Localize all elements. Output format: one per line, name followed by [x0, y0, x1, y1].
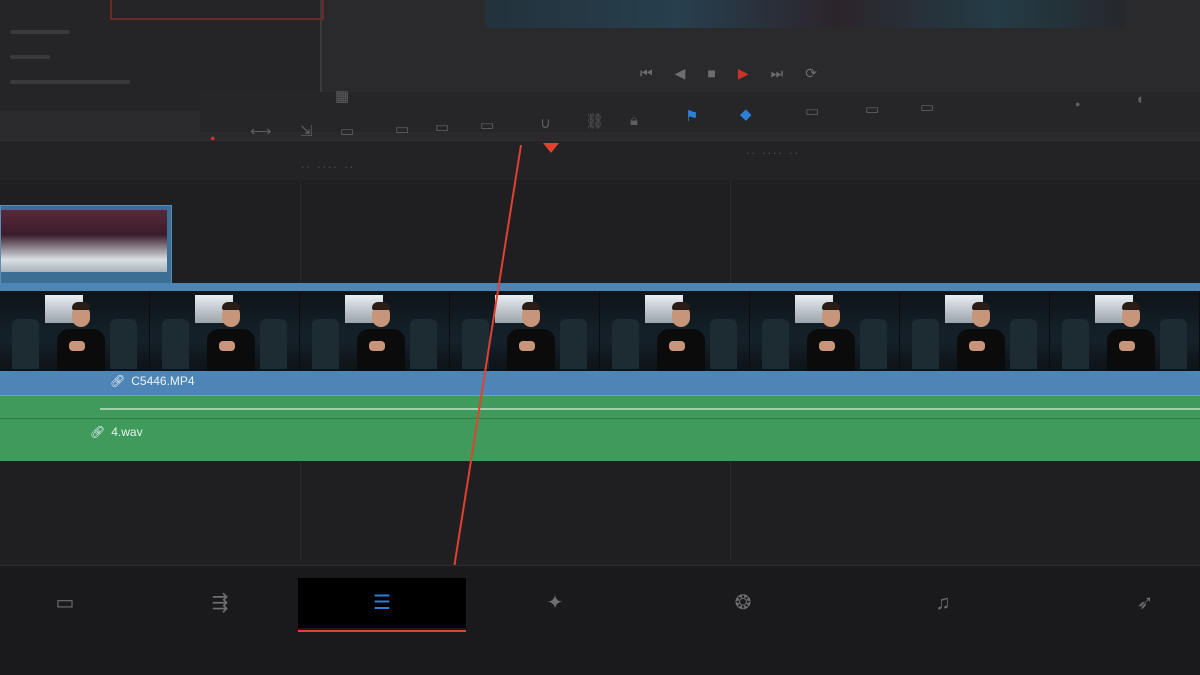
- volume-icon[interactable]: ◖: [1135, 90, 1144, 110]
- link-icon: 🔗︎: [110, 374, 126, 388]
- color-page-button[interactable]: ❂: [678, 578, 808, 628]
- pool-row: [10, 80, 130, 84]
- layout-icon[interactable]: ▦: [335, 87, 349, 107]
- link-icon: 🔗︎: [90, 425, 106, 439]
- pool-row: [10, 55, 50, 59]
- fairlight-page-button[interactable]: ♫: [878, 578, 1008, 628]
- fusion-page-button[interactable]: ✦: [490, 578, 620, 628]
- filmstrip-frame: [1050, 291, 1200, 371]
- filmstrip-frame: [300, 291, 450, 371]
- fairlight-icon: ♫: [935, 592, 951, 614]
- edit-toolbar: ▦ ● ⟷ ⇲ ▭ ▭ ▭ ▭ ∪ ⛓ 🔒︎ ⚑ ◆ ▭ ▭ ▭ ● ◖: [200, 88, 1200, 143]
- viewer-image: [485, 0, 1125, 28]
- selected-bin-outline: [110, 0, 324, 20]
- place-on-top-icon[interactable]: ▭: [480, 116, 494, 136]
- filmstrip-frame: [750, 291, 900, 371]
- play-icon[interactable]: ▶: [738, 62, 749, 84]
- upper-video-clip[interactable]: [0, 205, 172, 295]
- zoom-custom-icon[interactable]: ▭: [920, 98, 934, 118]
- audio-clip[interactable]: [0, 395, 1200, 461]
- media-page-button[interactable]: ▭: [0, 578, 130, 628]
- go-to-end-icon[interactable]: ⏭: [771, 62, 784, 84]
- flag-icon[interactable]: ⚑: [685, 107, 698, 127]
- go-to-start-icon[interactable]: ⏮: [640, 62, 653, 84]
- replace-clip-icon[interactable]: ▭: [435, 118, 449, 138]
- clip-thumbnail: [1, 210, 167, 272]
- page-navigation-bar: ▭ ⇶ ☰ ✦ ❂ ♫ ➶: [0, 565, 1200, 675]
- filmstrip-frame: [450, 291, 600, 371]
- trim-tool-icon[interactable]: ⟷: [250, 122, 272, 142]
- clip-filmstrip: [0, 291, 1200, 371]
- zoom-detail-icon[interactable]: ▭: [865, 100, 879, 120]
- filmstrip-frame: [900, 291, 1050, 371]
- filmstrip-frame: [0, 291, 150, 371]
- linked-selection-icon[interactable]: ⛓: [585, 112, 604, 132]
- reverse-icon[interactable]: ◀: [675, 62, 686, 84]
- fusion-icon: ✦: [546, 592, 564, 614]
- video-clip-name: C5446.MP4: [131, 374, 195, 388]
- timeline-ruler[interactable]: ·· ···· ·· ·· ···· ··: [0, 140, 1200, 181]
- select-tool-icon[interactable]: ⇲: [300, 122, 313, 142]
- overwrite-clip-icon[interactable]: ▭: [395, 120, 409, 140]
- edit-page-button[interactable]: ☰: [298, 578, 466, 632]
- playhead-handle[interactable]: [543, 143, 559, 153]
- cut-icon: ⇶: [211, 592, 229, 614]
- loop-icon[interactable]: ⟳: [805, 62, 817, 84]
- resolve-edit-page: ⏮ ◀ ■ ▶ ⏭ ⟳ ▦ ● ⟷ ⇲ ▭ ▭ ▭ ▭ ∪ ⛓ 🔒︎ ⚑ ◆ ▭…: [0, 0, 1200, 675]
- video-clip[interactable]: 🔗︎ C5446.MP4: [0, 283, 1200, 398]
- video-clip-label: 🔗︎ C5446.MP4: [110, 374, 195, 388]
- timecode-mark: ·· ···· ··: [745, 149, 800, 159]
- deliver-page-button[interactable]: ➶: [1090, 578, 1200, 628]
- cut-page-button[interactable]: ⇶: [155, 578, 285, 628]
- audio-clip-divider: [0, 418, 1200, 419]
- insert-clip-icon[interactable]: ▭: [340, 122, 354, 142]
- filmstrip-frame: [150, 291, 300, 371]
- position-lock-icon[interactable]: 🔒︎: [630, 111, 638, 131]
- edit-icon: ☰: [373, 592, 391, 614]
- audio-waveform: [100, 408, 1200, 410]
- marker-icon[interactable]: ◆: [740, 105, 752, 125]
- deliver-icon: ➶: [1136, 592, 1154, 614]
- snapping-icon[interactable]: ∪: [540, 114, 551, 134]
- transport-controls: ⏮ ◀ ■ ▶ ⏭ ⟳: [640, 62, 817, 84]
- media-icon: ▭: [55, 592, 75, 614]
- color-icon: ❂: [734, 592, 752, 614]
- audio-clip-name: 4.wav: [111, 425, 143, 439]
- stop-icon[interactable]: ■: [707, 62, 715, 84]
- audio-level-icon[interactable]: ●: [1075, 94, 1080, 114]
- pool-row: [10, 30, 70, 34]
- zoom-fit-icon[interactable]: ▭: [805, 102, 819, 122]
- audio-clip-label: 🔗︎ 4.wav: [90, 425, 143, 439]
- filmstrip-frame: [600, 291, 750, 371]
- timecode-mark: ·· ···· ··: [300, 163, 355, 173]
